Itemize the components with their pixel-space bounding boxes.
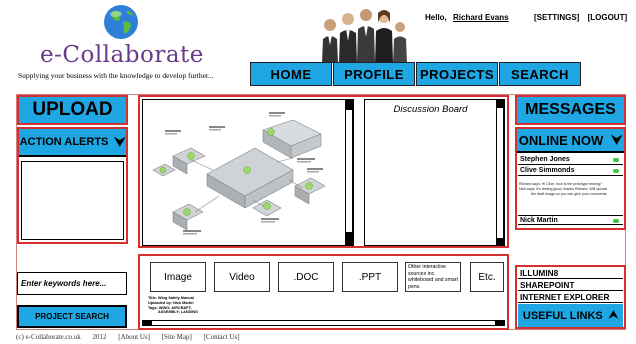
contact-name: Stephen Jones <box>520 156 570 163</box>
nav-search[interactable]: SEARCH <box>499 62 581 86</box>
contact-clive-simmonds[interactable]: Clive Simmonds <box>518 166 623 176</box>
discussion-board-panel: Discussion Board <box>364 99 505 246</box>
image-viewer[interactable] <box>142 99 354 246</box>
file-types-panel: Image Video .DOC .PPT Other interactive … <box>138 254 509 330</box>
brand-logo[interactable]: e-Collaborate <box>40 42 204 68</box>
useful-links-button[interactable]: USEFUL LINKS ⮝ <box>518 304 623 327</box>
nav-home[interactable]: HOME <box>250 62 332 86</box>
link-internet-explorer[interactable]: INTERNET EXPLORER <box>518 292 623 303</box>
nav-projects[interactable]: PROJECTS <box>416 62 498 86</box>
contact-stephen-jones[interactable]: Stephen Jones <box>518 155 623 165</box>
chevron-down-icon: ⮟ <box>611 132 623 147</box>
action-alerts-panel: ACTION ALERTS ⮟ <box>17 127 128 244</box>
chat-line: the draft image so you can give your com… <box>531 192 608 196</box>
ppt-type-button[interactable]: .PPT <box>342 262 398 292</box>
keyword-search-input[interactable]: Enter keywords here... <box>17 272 127 295</box>
about-us-link[interactable]: [About Us] <box>118 333 150 341</box>
other-sources-note: Other interactive sources inc. whiteboar… <box>405 262 461 292</box>
action-alerts-label: ACTION ALERTS <box>19 136 109 148</box>
file-tags-cont: ASSEMBLY; LANDING <box>158 310 199 315</box>
workspace-frame: Discussion Board <box>138 95 509 248</box>
site-map-link[interactable]: [Site Map] <box>162 333 192 341</box>
contact-name: Nick Martin <box>520 216 558 224</box>
online-status-icon <box>613 169 619 173</box>
link-illumin8[interactable]: ILLUMIN8 <box>518 268 623 279</box>
online-now-header[interactable]: ONLINE NOW ⮟ <box>517 129 624 153</box>
etc-type-button[interactable]: Etc. <box>470 262 504 292</box>
technical-diagram-image <box>152 112 326 235</box>
discussion-scrollbar[interactable] <box>496 100 504 245</box>
user-name-link[interactable]: Richard Evans <box>453 13 509 22</box>
online-status-icon <box>613 158 619 162</box>
doc-type-button[interactable]: .DOC <box>278 262 334 292</box>
contact-name: Clive Simmonds <box>520 167 575 174</box>
globe-icon <box>104 5 138 39</box>
file-metadata: Title: Wing Safety Manual Uploaded by: N… <box>148 296 198 315</box>
user-greeting: Hello, Richard Evans <box>425 13 509 22</box>
nav-profile[interactable]: PROFILE <box>333 62 415 86</box>
image-type-button[interactable]: Image <box>150 262 206 292</box>
settings-link[interactable]: [SETTINGS] <box>534 13 579 22</box>
chevron-up-icon: ⮝ <box>608 309 619 321</box>
video-type-button[interactable]: Video <box>214 262 270 292</box>
discussion-board-title: Discussion Board <box>393 104 468 115</box>
action-alerts-header[interactable]: ACTION ALERTS ⮟ <box>19 129 126 157</box>
business-people-image <box>322 9 407 63</box>
online-now-label: ONLINE NOW <box>518 132 604 148</box>
online-status-icon <box>613 219 619 223</box>
useful-links-panel: ILLUMIN8 SHAREPOINT INTERNET EXPLORER US… <box>515 265 626 329</box>
project-search-button[interactable]: PROJECT SEARCH <box>17 305 127 328</box>
copyright: (c) e-Collaborate.co.uk <box>16 333 81 341</box>
link-sharepoint[interactable]: SHAREPOINT <box>518 280 623 291</box>
file-strip-scrollbar[interactable] <box>142 320 505 326</box>
top-links: [SETTINGS] [LOGOUT] <box>534 13 633 22</box>
contact-nick-martin[interactable]: Nick Martin <box>518 215 623 225</box>
image-scrollbar[interactable] <box>345 100 353 245</box>
useful-links-label: USEFUL LINKS <box>522 309 603 322</box>
copyright-year: 2012 <box>92 333 107 341</box>
file-uploader: Uploaded by: Nick Martin <box>148 300 194 305</box>
chevron-down-icon: ⮟ <box>114 134 126 149</box>
tagline: Supplying your business with the knowled… <box>18 71 214 80</box>
footer: (c) e-Collaborate.co.uk 2012 [About Us] … <box>16 333 250 341</box>
logout-link[interactable]: [LOGOUT] <box>588 13 628 22</box>
online-now-panel: ONLINE NOW ⮟ Stephen Jones Clive Simmond… <box>515 127 626 230</box>
contact-us-link[interactable]: [Contact Us] <box>204 333 240 341</box>
greeting-text: Hello, <box>425 13 447 22</box>
chat-transcript: Richard says: Hi Clive, how is the proto… <box>519 182 622 197</box>
messages-button[interactable]: MESSAGES <box>515 95 626 125</box>
upload-button[interactable]: UPLOAD <box>17 95 128 125</box>
action-alerts-list <box>21 161 124 240</box>
